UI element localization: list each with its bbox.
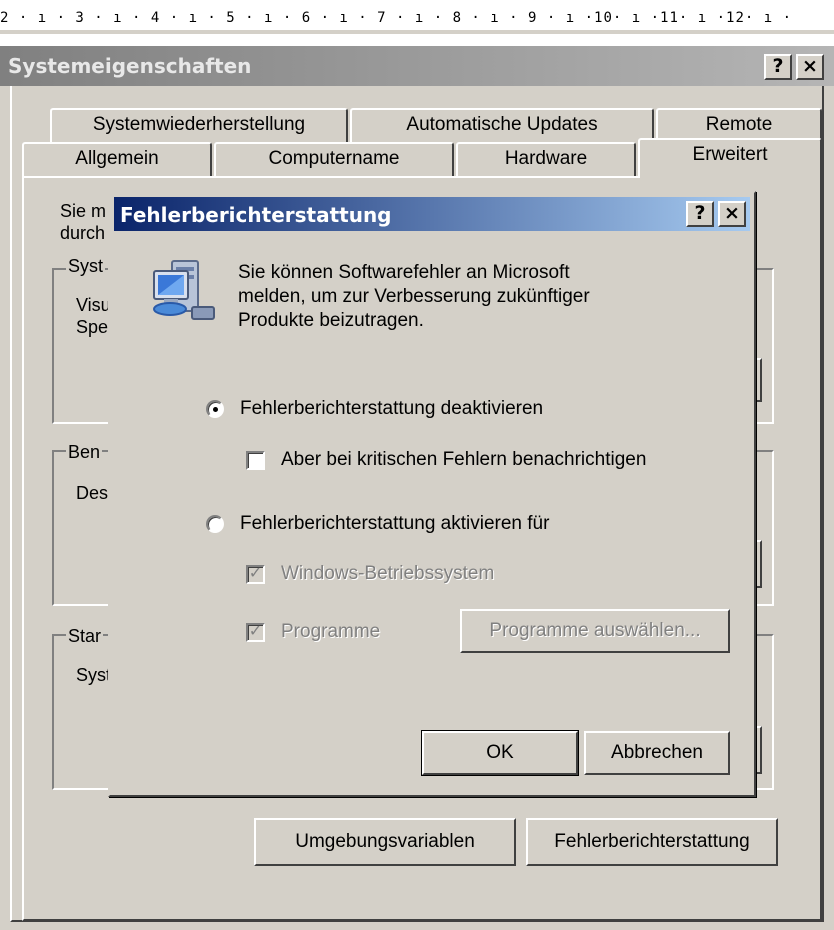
checkbox-checked-disabled[interactable]: ✓ xyxy=(246,622,265,642)
ruler: 2 · ı · 3 · ı · 4 · ı · 5 · ı · 6 · ı · … xyxy=(0,0,834,34)
dialog-title: Fehlerberichterstattung xyxy=(120,203,392,227)
tab-label: Remote xyxy=(705,114,773,135)
help-button[interactable]: ? xyxy=(764,54,792,80)
radio-button[interactable] xyxy=(206,400,224,418)
checkbox-notify-critical[interactable]: Aber bei kritischen Fehlern benachrichti… xyxy=(246,446,646,474)
environment-variables-button[interactable]: Umgebungsvariablen xyxy=(254,818,516,866)
computer-network-icon xyxy=(153,260,215,320)
error-reporting-button[interactable]: Fehlerberichterstattung xyxy=(526,818,778,866)
ok-button[interactable]: OK xyxy=(421,730,579,776)
checkbox-notify-critical-label: Aber bei kritischen Fehlern benachrichti… xyxy=(281,449,647,470)
tab-label: Computername xyxy=(268,148,400,169)
cancel-button[interactable]: Abbrechen xyxy=(584,731,730,775)
ruler-baseline xyxy=(0,30,834,34)
radio-disable-reporting[interactable]: Fehlerberichterstattung deaktivieren xyxy=(206,395,543,423)
tab-erweitert[interactable]: Erweitert xyxy=(638,138,822,178)
error-reporting-dialog: Fehlerberichterstattung ? × Sie können S… xyxy=(108,191,756,797)
dialog-info-text: Sie können Softwarefehler an Microsoft m… xyxy=(238,261,658,333)
info-line: melden, um zur Verbesserung zukünftiger xyxy=(238,286,590,307)
checkbox-checked-disabled[interactable]: ✓ xyxy=(246,564,265,584)
checkbox-programs[interactable]: ✓ Programme xyxy=(246,618,380,646)
checkbox-windows-os-label: Windows-Betriebssystem xyxy=(281,563,495,584)
tab-computername[interactable]: Computername xyxy=(214,142,454,176)
user-profiles-group-label: Ben xyxy=(66,442,103,463)
dialog-help-button[interactable]: ? xyxy=(686,201,714,227)
tab-label: Erweitert xyxy=(692,144,768,165)
tab-systemwiederherstellung[interactable]: Systemwiederherstellung xyxy=(50,108,348,142)
tab-label: Automatische Updates xyxy=(406,114,598,135)
user-profiles-text-line1: Des xyxy=(76,483,109,503)
checkbox[interactable] xyxy=(246,450,265,470)
ruler-scale: 2 · ı · 3 · ı · 4 · ı · 5 · ı · 6 · ı · … xyxy=(0,10,793,26)
tab-hardware[interactable]: Hardware xyxy=(456,142,636,176)
checkbox-programs-label: Programme xyxy=(281,621,381,642)
tab-remote[interactable]: Remote xyxy=(656,108,822,142)
tab-automatische-updates[interactable]: Automatische Updates xyxy=(350,108,654,142)
radio-enable-label: Fehlerberichterstattung aktivieren für xyxy=(240,513,550,534)
radio-button[interactable] xyxy=(206,515,224,533)
intro-text-line2: durch xyxy=(60,223,106,243)
info-line: Produkte beizutragen. xyxy=(238,310,424,331)
select-programs-button[interactable]: Programme auswählen... xyxy=(460,609,730,653)
info-line: Sie können Softwarefehler an Microsoft xyxy=(238,262,570,283)
system-properties-titlebar[interactable]: Systemeigenschaften ? × xyxy=(0,46,834,86)
tab-label: Allgemein xyxy=(75,148,159,169)
tab-allgemein[interactable]: Allgemein xyxy=(22,142,212,176)
tab-label: Hardware xyxy=(504,148,588,169)
startup-recovery-group-label: Star xyxy=(66,626,104,647)
intro-text-line1: Sie m xyxy=(60,201,107,221)
performance-group-label: Syst xyxy=(66,256,106,277)
startup-recovery-text-line1: Syst xyxy=(76,665,112,685)
dialog-close-button[interactable]: × xyxy=(718,201,746,227)
performance-text-line2: Spe xyxy=(76,317,109,337)
dialog-titlebar[interactable]: Fehlerberichterstattung ? × xyxy=(114,197,750,231)
checkbox-windows-os[interactable]: ✓ Windows-Betriebssystem xyxy=(246,560,494,588)
radio-selected-dot xyxy=(213,407,218,412)
close-button[interactable]: × xyxy=(796,54,824,80)
window-title: Systemeigenschaften xyxy=(8,54,252,78)
performance-text-line1: Visu xyxy=(76,295,111,315)
radio-disable-label: Fehlerberichterstattung deaktivieren xyxy=(240,398,544,419)
radio-enable-reporting[interactable]: Fehlerberichterstattung aktivieren für xyxy=(206,510,549,538)
tab-label: Systemwiederherstellung xyxy=(92,114,306,135)
